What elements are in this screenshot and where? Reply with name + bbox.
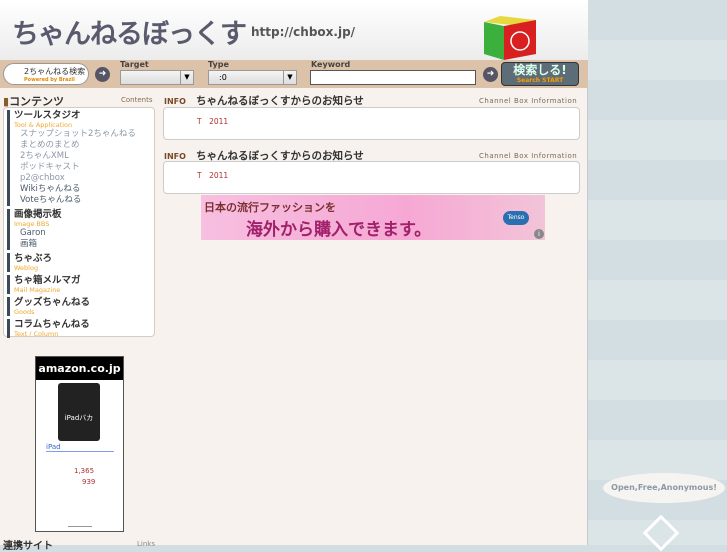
sidebar-group-title[interactable]: ツールスタジオ [14,110,154,121]
arrow-right-icon[interactable]: ➜ [483,67,498,82]
target-select[interactable]: ▼ [120,70,194,85]
info-icon[interactable]: i [534,229,544,239]
sidebar-item[interactable]: Garon [14,228,154,239]
ad-banner[interactable]: 日本の流行ファッションを 海外から購入できます。 Tenso i [201,195,545,240]
sidebar-group: ツールスタジオ Tool & Application スナップショット2ちゃんねるま… [7,110,154,206]
banner-line1: 日本の流行ファッションを [204,201,336,214]
sidebar-group-title[interactable]: ちゃ箱メルマガ [14,275,154,286]
sidebar-item[interactable]: スナップショット2ちゃんねる [14,129,154,140]
search-brand-sub: Powered by Brazil [24,77,75,83]
sidebar-menu: ツールスタジオ Tool & Application スナップショット2ちゃんねるま… [3,107,155,338]
sidebar-group: コラムちゃんねる Text / Column [7,319,154,338]
sidebar-group-title[interactable]: グッズちゃんねる [14,297,154,308]
search-start-button[interactable]: 検索しる! Search START [501,62,579,86]
info-box: T 2011 [163,107,580,140]
sidebar-group-subtitle: Tool & Application [14,121,73,129]
cube-mascot-icon [484,16,536,60]
2ch-search-logo[interactable]: 2ちゃんねる検索 Powered by Brazil [3,63,89,85]
chevron-down-icon: ▼ [180,71,193,84]
sidebar-group: 画像掲示板 Image BBS Garon 画箱 [7,209,154,250]
site-logo[interactable]: ちゃんねるぼっくす [12,12,247,51]
header: ちゃんねるぼっくす http://chbox.jp/ [0,0,588,60]
page: ちゃんねるぼっくす http://chbox.jp/ 2ちゃんねる検索 Power… [0,0,588,552]
sidebar-group-subtitle: Image BBS [14,220,50,228]
sidebar-item[interactable]: Voteちゃんねる [14,195,154,206]
sidebar-group-subtitle: Mail Magazine [14,286,61,294]
type-select[interactable]: :0 ▼ [208,70,297,85]
info-heading: INFO ちゃんねるぼっくすからのお知らせ [164,93,364,108]
product-image[interactable]: iPadバカ [58,383,100,441]
sidebar-item[interactable]: まとめのまとめ [14,140,154,151]
sidebar-group-title[interactable]: コラムちゃんねる [14,319,154,330]
links-subtitle: Links [137,540,155,548]
info-text: T 2011 [197,171,229,180]
product-link[interactable]: iPad [46,443,114,452]
sidebar-item[interactable]: p2@chbox [14,173,154,184]
sidebar-item[interactable]: Wikiちゃんねる [14,184,154,195]
sidebar-item[interactable]: 2ちゃんXML [14,151,154,162]
sidebar-group-subtitle: Text / Column [14,330,59,338]
price-list: 1,365 [74,467,95,475]
chevron-down-icon: ▼ [283,71,296,84]
sidebar-item[interactable]: ポッドキャスト [14,162,154,173]
type-label: Type [208,60,229,69]
right-background [588,0,727,545]
arrow-right-icon[interactable]: ➜ [95,67,110,82]
search-start-label: 検索しる! [513,63,567,77]
keyword-input[interactable] [310,70,476,85]
info-icon: INFO [164,97,186,106]
info-title: ちゃんねるぼっくすからのお知らせ [196,95,364,107]
sidebar-group-subtitle: Goods [14,308,35,316]
site-url: http://chbox.jp/ [251,25,356,39]
info-subtitle: Channel Box Information [479,152,578,160]
banner-line2: 海外から購入できます。 [246,220,432,240]
sidebar-group-subtitle: Weblog [14,264,39,272]
info-icon: INFO [164,152,186,161]
target-label: Target [120,60,149,69]
amazon-widget: amazon.co.jp iPadバカ iPad 1,365 939 [35,356,124,532]
tenso-logo: Tenso [503,211,529,225]
sidebar-group: グッズちゃんねる Goods [7,297,154,316]
type-value: :0 [219,73,227,82]
search-start-sub: Search START [516,77,564,84]
sidebar-group-title[interactable]: ちゃぶろ [14,253,154,264]
amazon-logo: amazon.co.jp [36,357,123,380]
sidebar-group: ちゃぶろ Weblog [7,253,154,272]
sidebar-title-en: Contents [121,96,153,104]
info-box: T 2011 [163,161,580,194]
info-subtitle: Channel Box Information [479,97,578,105]
sidebar-group-title[interactable]: 画像掲示板 [14,209,154,220]
sidebar-group: ちゃ箱メルマガ Mail Magazine [7,275,154,294]
slogan-bubble: Open,Free,Anonymous! [603,473,725,503]
sidebar-item[interactable]: 画箱 [14,239,154,250]
price-sale: 939 [82,478,96,486]
search-brand: 2ちゃんねる検索 [24,67,86,76]
keyword-label: Keyword [311,60,351,69]
search-bar: 2ちゃんねる検索 Powered by Brazil ➜ Target ▼ Typ… [0,60,588,88]
divider [68,526,92,527]
info-text: T 2011 [197,117,229,126]
